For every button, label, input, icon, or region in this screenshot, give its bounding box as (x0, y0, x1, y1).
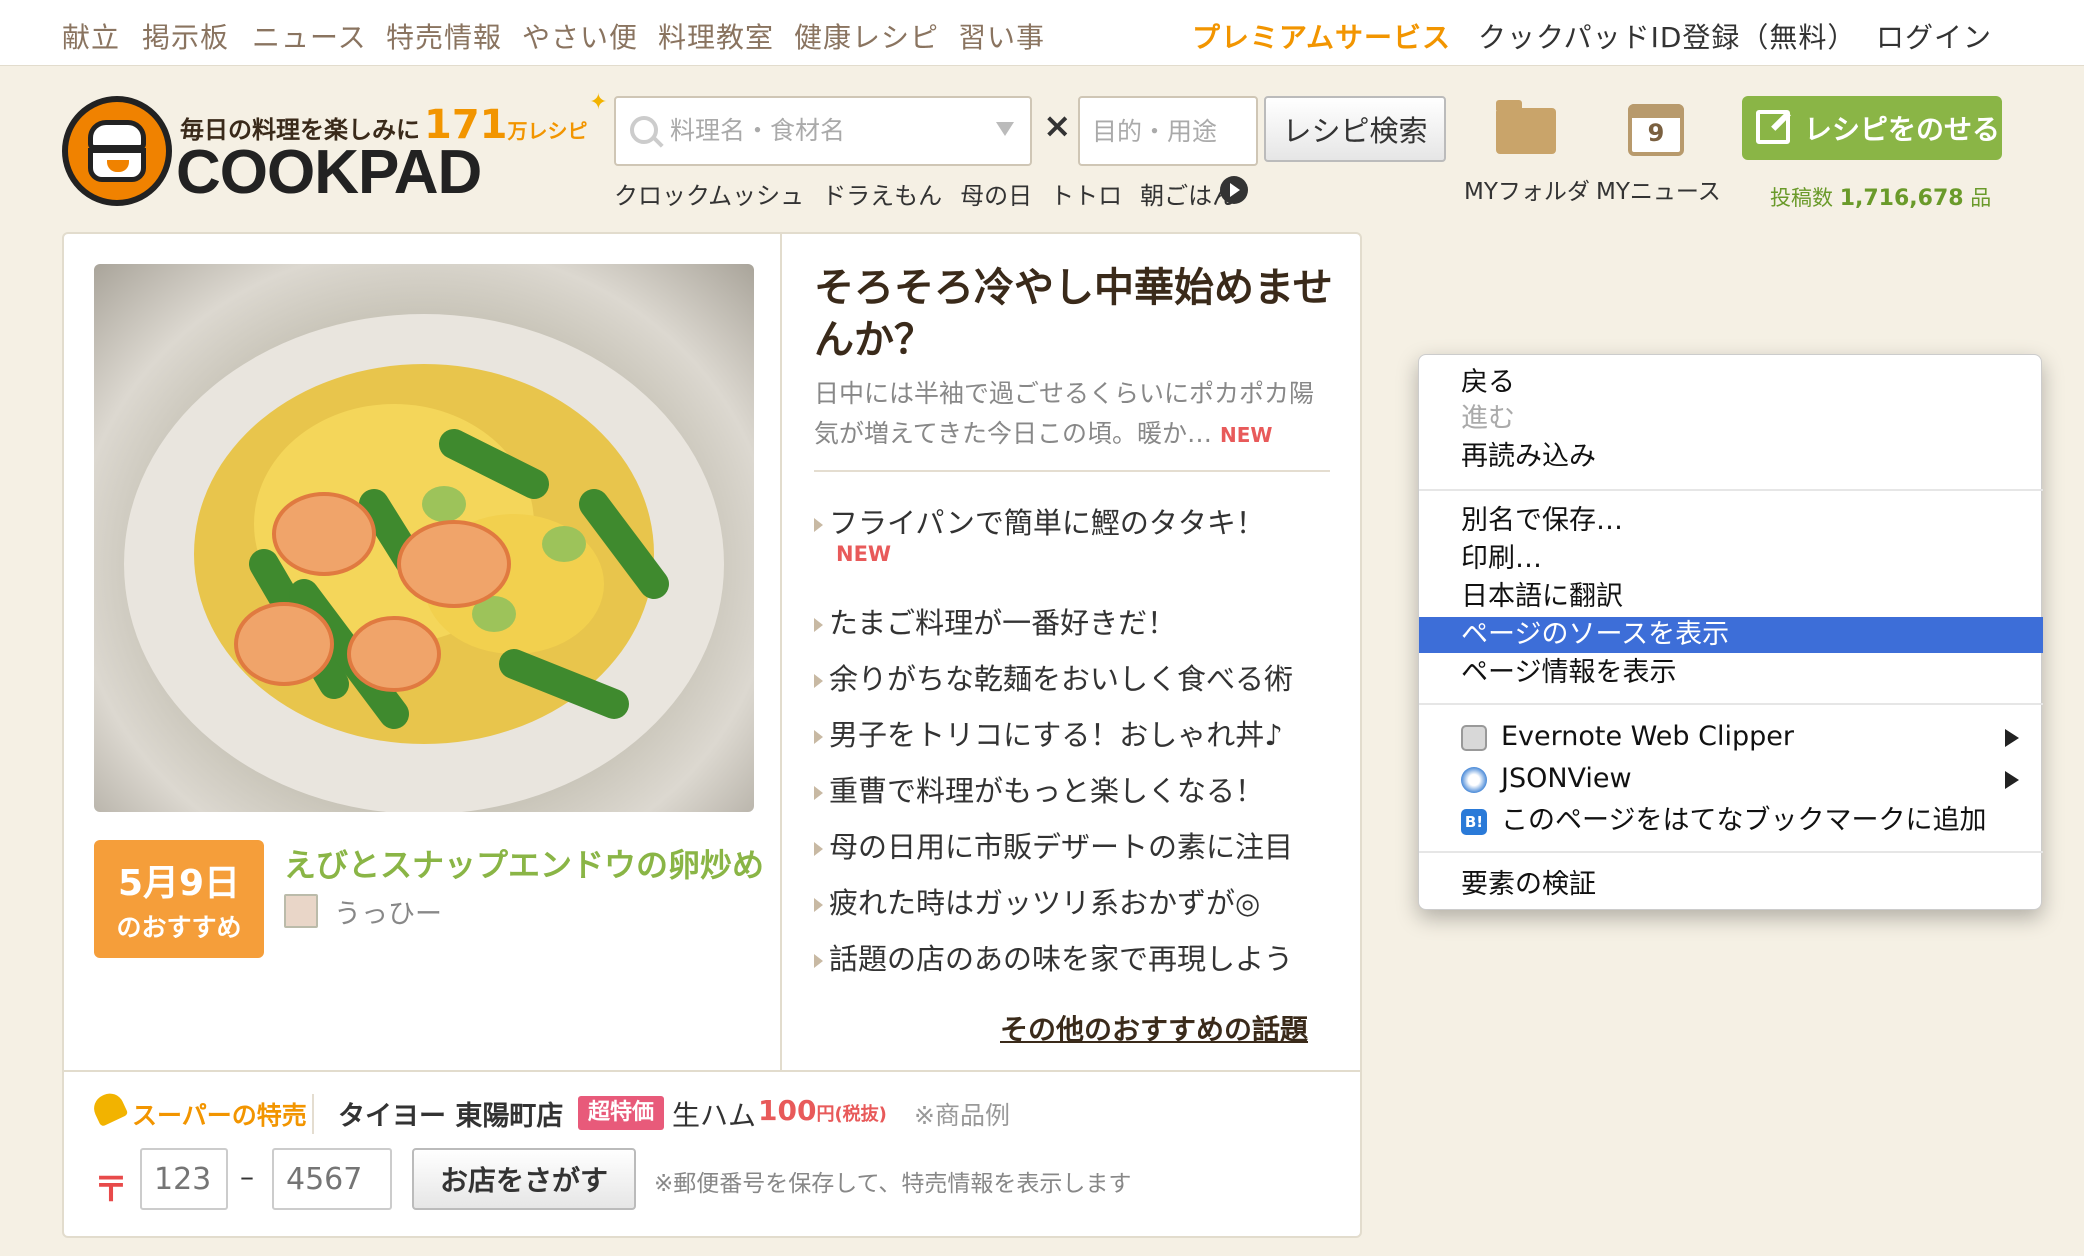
menu-item-inspect[interactable]: 要素の検証 (1419, 867, 2043, 903)
menu-item-print[interactable]: 印刷… (1419, 541, 2043, 577)
topic-link[interactable]: 疲れた時はガッツリ系おかずが◎ (814, 880, 1260, 922)
search-suggestions: クロックムッシュ ドラえもん 母の日 トトロ 朝ごはん (614, 176, 1254, 211)
dropdown-arrow-icon[interactable] (996, 122, 1014, 136)
menu-item-hatena-bookmark[interactable]: B! このページをはてなブックマークに追加 (1419, 803, 2043, 839)
submenu-arrow-icon (2005, 771, 2019, 789)
purpose-search-field[interactable] (1078, 96, 1258, 166)
recipe-photo[interactable] (94, 264, 754, 812)
menu-item-save-as[interactable]: 別名で保存… (1419, 503, 2043, 539)
purpose-input[interactable] (1092, 110, 1242, 152)
keyword-search-field[interactable] (614, 96, 1032, 166)
pencil-icon (1756, 110, 1790, 144)
nav-yasai[interactable]: やさい便 (522, 16, 638, 56)
keyword-input[interactable] (670, 108, 970, 152)
nav-login[interactable]: ログイン (1876, 16, 1992, 56)
new-badge: NEW (836, 542, 892, 566)
topic-link[interactable]: 話題の店のあの味を家で再現しよう (814, 936, 1293, 978)
menu-item-reload[interactable]: 再読み込み (1419, 439, 2043, 475)
menu-item-forward: 進む (1461, 403, 1515, 434)
more-suggestions-arrow-icon[interactable] (1220, 176, 1248, 204)
topic-link[interactable]: フライパンで簡単に鰹のタタキ！ (814, 500, 1265, 542)
top-nav: 献立 掲示板 ニュース 特売情報 やさい便 料理教室 健康レシピ 習い事 プレミ… (0, 0, 2084, 66)
suggestion-link[interactable]: トトロ (1050, 182, 1122, 210)
nav-premium[interactable]: プレミアムサービス (1192, 16, 1451, 56)
times-icon: × (1043, 106, 1072, 146)
hatena-bookmark-icon: B! (1461, 809, 1487, 835)
menu-separator (1419, 489, 2043, 491)
menu-item-back[interactable]: 戻る (1419, 365, 2043, 401)
nav-lessons[interactable]: 習い事 (958, 16, 1045, 56)
nav-kondate[interactable]: 献立 (62, 16, 120, 56)
menu-item-jsonview[interactable]: JSONView (1419, 761, 2043, 797)
menu-item-page-info[interactable]: ページ情報を表示 (1419, 655, 2043, 691)
topic-link[interactable]: 男子をトリコにする！おしゃれ丼♪ (814, 712, 1283, 754)
more-topics-link[interactable]: その他のおすすめの話題 (1000, 1008, 1308, 1048)
cookpad-logo[interactable]: 毎日の料理を楽しみに 171万レシピ ✦ COOKPAD (62, 90, 608, 207)
calendar-icon[interactable]: 9 (1628, 104, 1684, 156)
date-badge: 5月9日 のおすすめ (94, 840, 264, 958)
suggestion-link[interactable]: クロックムッシュ (614, 182, 804, 210)
sale-note: ※商品例 (914, 1101, 1010, 1130)
sale-label[interactable]: スーパーの特売 (132, 1096, 307, 1132)
menu-item-evernote[interactable]: Evernote Web Clipper (1419, 719, 2043, 755)
nav-cooking-class[interactable]: 料理教室 (658, 16, 774, 56)
sale-item[interactable]: 生ハム (672, 1094, 756, 1134)
my-news-link[interactable]: MYニュース (1596, 172, 1721, 206)
logo-wordmark: COOKPAD (176, 138, 482, 207)
zip-code-first-input[interactable] (140, 1148, 228, 1210)
evernote-icon (1461, 725, 1487, 751)
avatar[interactable] (284, 894, 318, 928)
my-folder-link[interactable]: MYフォルダ (1464, 172, 1590, 206)
nav-bbs[interactable]: 掲示板 (142, 16, 229, 56)
nav-register[interactable]: クックパッドID登録（無料） (1478, 16, 1856, 56)
zip-code-second-input[interactable] (272, 1148, 392, 1210)
author-name-link[interactable]: うっひー (334, 892, 442, 931)
feature-title-link[interactable]: そろそろ冷やし中華始めませんか？ (814, 262, 1334, 366)
menu-separator (1419, 703, 2043, 705)
nav-health-recipe[interactable]: 健康レシピ (794, 16, 939, 56)
submenu-arrow-icon (2005, 729, 2019, 747)
zip-note: ※郵便番号を保存して、特売情報を表示します (654, 1171, 1132, 1197)
jsonview-icon (1461, 767, 1487, 793)
feature-description: 日中には半袖で過ごせるくらいにポカポカ陽気が増えてきた今日この頃。暖か… NEW (814, 379, 1315, 448)
menu-item-view-source[interactable]: ページのソースを表示 (1419, 617, 2043, 653)
topic-link[interactable]: 余りがちな乾麺をおいしく食べる術 (814, 656, 1293, 698)
folder-icon[interactable] (1496, 100, 1556, 154)
suggestion-link[interactable]: ドラえもん (822, 182, 942, 210)
suggestion-link[interactable]: 母の日 (960, 182, 1032, 210)
find-store-button[interactable]: お店をさがす (412, 1148, 636, 1210)
sale-separator (312, 1094, 314, 1134)
chef-hat-icon (62, 96, 172, 206)
store-name-link[interactable]: タイヨー 東陽町店 (338, 1094, 563, 1133)
topic-link[interactable]: 重曹で料理がもっと楽しくなる！ (814, 768, 1264, 810)
topic-link[interactable]: たまご料理が一番好きだ！ (814, 600, 1176, 642)
context-menu: 戻る 進む 再読み込み 別名で保存… 印刷… 日本語に翻訳 ページのソースを表示… (1418, 354, 2043, 910)
search-icon (630, 116, 658, 144)
recipe-title-link[interactable]: えびとスナップエンドウの卵炒め (284, 840, 764, 886)
column-divider (780, 232, 782, 1070)
sale-price: 100円(税抜) (758, 1094, 887, 1127)
post-count: 投稿数 1,716,678 品 (1770, 186, 1992, 211)
menu-separator (1419, 851, 2043, 853)
zip-dash: – (240, 1160, 254, 1193)
topic-link[interactable]: 母の日用に市販デザートの素に注目 (814, 824, 1293, 866)
nav-news[interactable]: ニュース (252, 16, 367, 56)
postal-mark-icon: 〒 (94, 1170, 128, 1210)
new-badge: NEW (1219, 423, 1273, 447)
nav-sale-info[interactable]: 特売情報 (386, 16, 502, 56)
special-price-badge: 超特価 (578, 1096, 664, 1130)
feature-separator (814, 470, 1330, 472)
menu-item-translate[interactable]: 日本語に翻訳 (1419, 579, 2043, 615)
sparkle-icon: ✦ (589, 90, 608, 115)
section-divider (62, 1070, 1362, 1072)
recipe-search-button[interactable]: レシピ検索 (1264, 96, 1446, 162)
